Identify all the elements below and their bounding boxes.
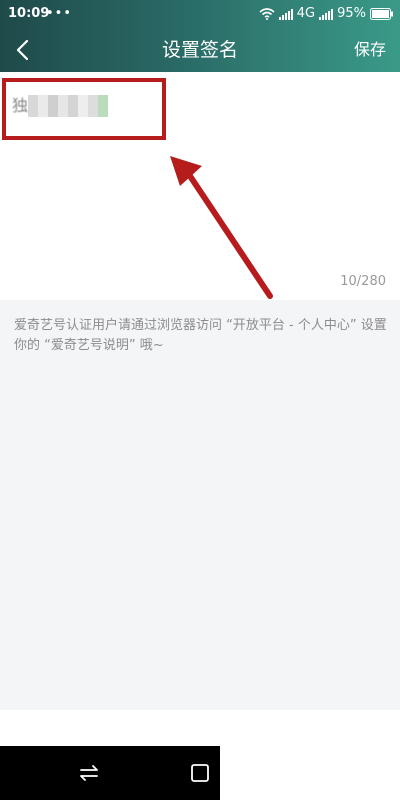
wifi-icon (259, 8, 275, 20)
recent-apps-button[interactable] (190, 763, 210, 783)
network-type: 4G (296, 6, 316, 21)
status-time: 10:09 (8, 6, 50, 21)
signal-icon-2 (319, 9, 334, 20)
square-icon (191, 764, 209, 782)
system-nav-bar (0, 746, 220, 800)
status-right: 4G 95% (259, 0, 394, 28)
notification-dots: ••• (46, 6, 73, 21)
nav-bar: 设置签名 保存 (0, 28, 400, 72)
battery-percent: 95% (337, 6, 366, 21)
switch-button[interactable] (78, 762, 100, 784)
status-bar: 10:09 ••• 4G 95% (0, 0, 400, 28)
annotation-highlight-box (2, 78, 166, 140)
char-counter: 10/280 (340, 274, 386, 289)
switch-icon (80, 765, 98, 781)
battery-icon (370, 8, 393, 20)
save-button[interactable]: 保存 (354, 28, 386, 72)
signal-icon (278, 9, 293, 20)
hint-area: 爱奇艺号认证用户请通过浏览器访问 “开放平台 - 个人中心” 设置你的 “爱奇艺… (0, 300, 400, 710)
blank-area (220, 710, 400, 800)
page-title: 设置签名 (161, 39, 238, 61)
hint-text: 爱奇艺号认证用户请通过浏览器访问 “开放平台 - 个人中心” 设置你的 “爱奇艺… (14, 318, 387, 353)
app-header: 10:09 ••• 4G 95% 设置签名 保存 (0, 0, 400, 72)
